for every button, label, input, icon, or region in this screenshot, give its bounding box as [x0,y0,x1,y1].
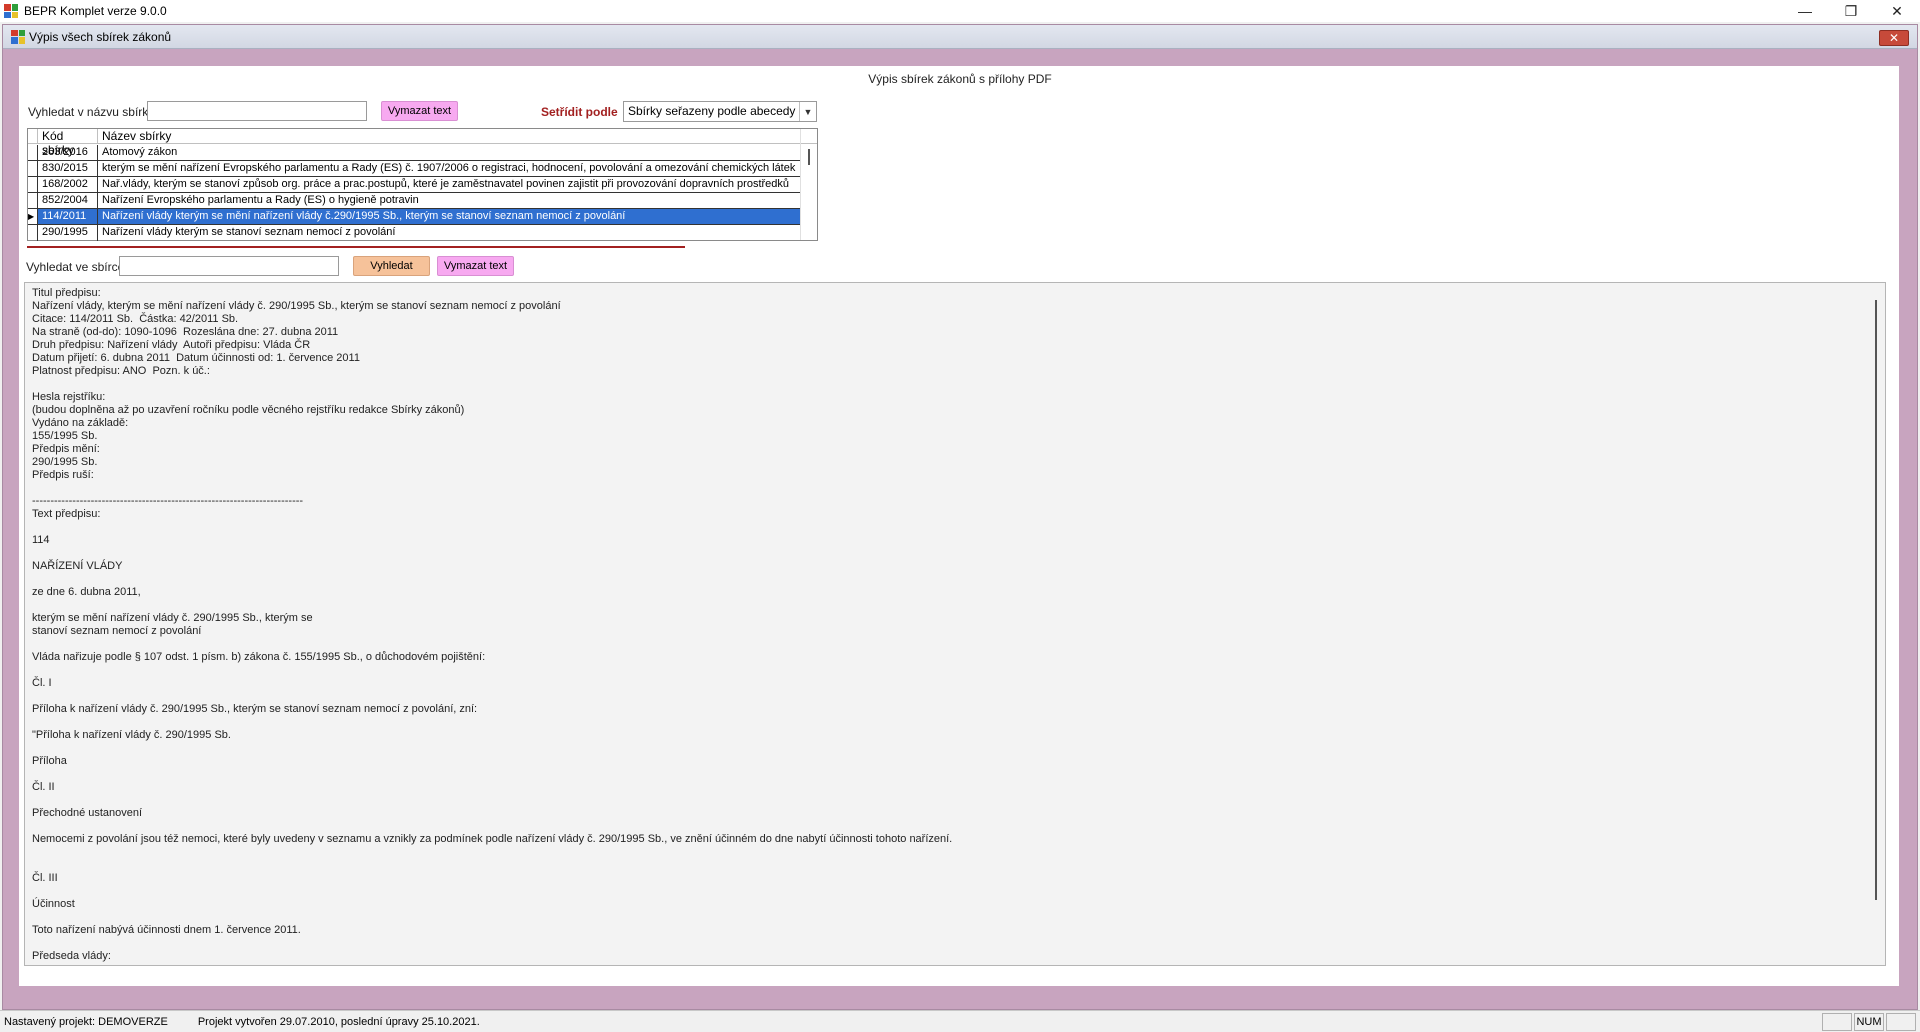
table-row[interactable]: 830/2015 kterým se mění nařízení Evropsk… [28,161,800,177]
search-name-label: Vyhledat v názvu sbírky [28,105,155,119]
column-header-code[interactable]: Kód sbírky [38,129,98,157]
app-logo-icon [4,4,18,18]
row-code: 290/1995 [38,225,98,241]
grid-header: Kód sbírky Název sbírky [28,129,817,157]
row-name: Nařízení Evropského parlamentu a Rady (E… [102,194,419,206]
status-created: Projekt vytvořen 29.07.2010, poslední úp… [197,1015,480,1028]
status-cell-empty [1886,1013,1916,1031]
row-code: 263/2016 [38,145,98,160]
row-name: Nařízení vlády kterým se stanoví seznam … [102,226,396,238]
collections-grid[interactable]: Kód sbírky Název sbírky 263/2016 Atomový… [27,128,818,241]
row-name: kterým se mění nařízení Evropského parla… [102,162,796,174]
app-titlebar: BEPR Komplet verze 9.0.0 — ❐ ✕ [0,0,1920,22]
grid-rows: 263/2016 Atomový zákon 830/2015 kterým s… [28,145,800,241]
table-row-selected[interactable]: ▶ 114/2011 Nařízení vlády kterým se mění… [28,209,800,225]
row-gutter [28,177,38,192]
status-num: NUM [1854,1013,1884,1031]
section-divider [27,246,685,248]
child-close-button[interactable]: ✕ [1879,30,1909,46]
row-code: 114/2011 [38,209,98,224]
restore-button[interactable]: ❐ [1828,0,1874,22]
status-bar: Nastavený projekt: DEMOVERZE Projekt vyt… [0,1010,1920,1032]
search-in-input[interactable] [119,256,339,276]
table-row[interactable]: 290/1995 Nařízení vlády kterým se stanov… [28,225,800,241]
table-row[interactable]: 168/2002 Nař.vlády, kterým se stanoví zp… [28,177,800,193]
app-title: BEPR Komplet verze 9.0.0 [24,4,167,18]
column-header-name[interactable]: Název sbírky [98,129,171,143]
grid-header-gutter [28,129,38,143]
close-button[interactable]: ✕ [1874,0,1920,22]
clear-name-button[interactable]: Vymazat text [381,101,458,121]
sort-select-value: Sbírky seřazeny podle abecedy [628,104,796,118]
row-code: 852/2004 [38,193,98,208]
text-scrollbar-thumb[interactable] [1875,300,1877,900]
row-gutter [28,145,38,160]
row-code: 830/2015 [38,161,98,176]
row-name: Nařízení vlády kterým se mění nařízení v… [98,209,800,224]
search-name-input[interactable] [147,101,367,121]
status-project: Nastavený projekt: DEMOVERZE [4,1015,168,1028]
chevron-down-icon[interactable]: ▼ [799,102,816,121]
row-code: 168/2002 [38,177,98,192]
sort-label: Setřídit podle [541,105,618,119]
row-name: Nař.vlády, kterým se stanoví způsob org.… [102,178,790,190]
search-button[interactable]: Vyhledat [353,256,430,276]
sort-select[interactable]: Sbírky seřazeny podle abecedy ▼ [623,101,817,122]
child-window-titlebar: Výpis všech sbírek zákonů ✕ [3,25,1917,49]
child-window-title: Výpis všech sbírek zákonů [29,29,172,44]
table-row[interactable]: 852/2004 Nařízení Evropského parlamentu … [28,193,800,209]
text-scrollbar[interactable] [1865,283,1885,965]
row-gutter [28,225,38,241]
row-pointer-icon: ▶ [28,209,38,224]
window-controls: — ❐ ✕ [1782,0,1920,22]
search-in-label: Vyhledat ve sbírce [26,260,125,274]
row-gutter [28,161,38,176]
window-icon [11,29,25,44]
row-gutter [28,193,38,208]
row-name: Atomový zákon [102,146,178,158]
grid-scrollbar-thumb[interactable] [808,149,810,165]
grid-scrollbar[interactable] [800,129,817,240]
table-row[interactable]: 263/2016 Atomový zákon [28,145,800,161]
document-text-area[interactable]: Titul předpisu: Nařízení vlády, kterým s… [24,282,1886,966]
document-text: Titul předpisu: Nařízení vlády, kterým s… [32,287,953,962]
panel-heading: Výpis sbírek zákonů s přílohy PDF [868,72,1052,86]
status-cell-empty [1822,1013,1852,1031]
status-indicators: NUM [1822,1013,1916,1031]
minimize-button[interactable]: — [1782,0,1828,22]
clear-search-button[interactable]: Vymazat text [437,256,514,276]
